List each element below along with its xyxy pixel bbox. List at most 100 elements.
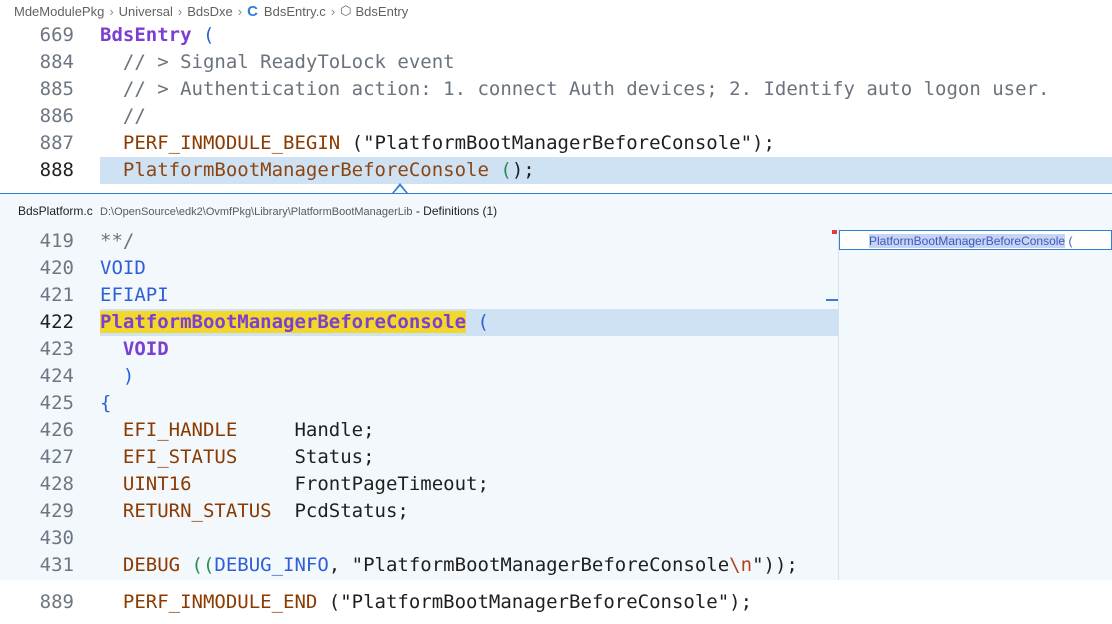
breadcrumb-label: BdsDxe xyxy=(187,3,233,19)
line-number: 887 xyxy=(39,132,74,154)
line-code: PERF_INMODULE_END ("PlatformBootManagerB… xyxy=(100,589,752,616)
line-number: 428 xyxy=(39,473,74,495)
line-number: 422 xyxy=(39,311,74,333)
line-number: 421 xyxy=(39,284,74,306)
overview-ruler-marker xyxy=(826,299,838,301)
code-line[interactable]: 884 // > Signal ReadyToLock event xyxy=(0,49,1112,76)
reference-item[interactable]: PlatformBootManagerBeforeConsole ( xyxy=(839,230,1112,250)
code-token: \n xyxy=(729,554,753,576)
line-number: 431 xyxy=(39,554,74,576)
line-number: 889 xyxy=(39,591,74,613)
line-code: UINT16 FrontPageTimeout; xyxy=(100,471,489,498)
breadcrumb-label: BdsEntry xyxy=(355,3,409,19)
breadcrumb-label: Universal xyxy=(118,3,173,19)
reference-rest: ( xyxy=(1065,234,1073,248)
breadcrumb-item[interactable]: Universal xyxy=(119,4,173,19)
line-number: 430 xyxy=(39,527,74,549)
line-code: ) xyxy=(100,363,134,390)
code-token: // xyxy=(100,105,146,127)
code-token: Status; xyxy=(237,446,375,468)
line-number: 419 xyxy=(39,230,74,252)
line-code: EFI_HANDLE Handle; xyxy=(100,417,375,444)
code-line[interactable]: 888 PlatformBootManagerBeforeConsole (); xyxy=(0,157,1112,184)
peek-pointer-inner xyxy=(394,186,406,193)
code-token: DEBUG_INFO xyxy=(214,554,329,576)
line-number: 884 xyxy=(39,51,74,73)
peek-file-path: D:\OpenSource\edk2\OvmfPkg\Library\Platf… xyxy=(100,206,413,218)
line-number: 424 xyxy=(39,365,74,387)
chevron-right-icon: › xyxy=(109,3,114,19)
line-number: 886 xyxy=(39,105,74,127)
code-token: **/ xyxy=(100,230,135,252)
code-token: BdsEntry xyxy=(100,24,192,46)
code-token: PERF_INMODULE_BEGIN xyxy=(100,132,341,154)
code-token: ("PlatformBootManagerBeforeConsole"); xyxy=(317,591,753,613)
code-token: DEBUG xyxy=(100,554,181,576)
line-number: 888 xyxy=(39,159,74,181)
code-token: PcdStatus; xyxy=(271,500,409,522)
code-line[interactable]: 887 PERF_INMODULE_BEGIN ("PlatformBootMa… xyxy=(0,130,1112,157)
line-code: **/ xyxy=(100,228,134,255)
code-token: ( xyxy=(191,24,215,46)
peek-code-editor[interactable]: 419 **/ 420 VOID 421 EFIAPI 422 PlatformBootMan… xyxy=(0,228,838,580)
line-number: 885 xyxy=(39,78,74,100)
code-token: ("PlatformBootManagerBeforeConsole"); xyxy=(340,132,775,154)
line-code: BdsEntry ( xyxy=(100,22,214,49)
code-token: // > Signal ReadyToLock event xyxy=(100,51,455,73)
code-token: , "PlatformBootManagerBeforeConsole xyxy=(328,554,730,576)
code-token: ( xyxy=(488,159,512,181)
line-number: 420 xyxy=(39,257,74,279)
code-line[interactable]: 886 // xyxy=(0,103,1112,130)
breadcrumb-item-file[interactable]: C BdsEntry.c xyxy=(247,3,326,20)
line-code: // > Signal ReadyToLock event xyxy=(100,49,455,76)
chevron-right-icon: › xyxy=(237,3,243,19)
peek-header: BdsPlatform.c D:\OpenSource\edk2\OvmfPkg… xyxy=(0,194,1112,228)
chevron-right-icon: › xyxy=(177,3,183,19)
code-token: RETURN_STATUS xyxy=(100,500,272,522)
line-number: 669 xyxy=(39,24,74,46)
code-token: (( xyxy=(180,554,215,576)
c-file-icon: C xyxy=(247,2,258,20)
code-token: EFIAPI xyxy=(100,284,169,306)
line-number: 425 xyxy=(39,392,74,414)
line-code: VOID xyxy=(100,336,169,363)
breadcrumb-item[interactable]: BdsDxe xyxy=(187,4,233,19)
line-code: VOID xyxy=(100,255,146,282)
line-code: // xyxy=(100,103,146,130)
code-token: ); xyxy=(511,159,535,181)
symbol-cube-icon: ⬡ xyxy=(340,3,352,18)
line-number: 427 xyxy=(39,446,74,468)
code-line[interactable]: 669 BdsEntry ( xyxy=(0,22,1112,49)
code-token: VOID xyxy=(100,338,169,360)
line-code: // > Authentication action: 1. connect A… xyxy=(100,76,1050,103)
code-token: FrontPageTimeout; xyxy=(191,473,489,495)
line-code: DEBUG ((DEBUG_INFO, "PlatformBootManager… xyxy=(100,552,798,579)
line-code: { xyxy=(100,390,111,417)
code-token: ) xyxy=(100,365,135,387)
peek-definitions-count: - Definitions (1) xyxy=(412,204,498,218)
code-token: EFI_HANDLE xyxy=(100,419,238,441)
code-token: EFI_STATUS xyxy=(100,446,238,468)
line-number: 429 xyxy=(39,500,74,522)
breadcrumb-item[interactable]: MdeModulePkg xyxy=(14,4,104,19)
code-token: UINT16 xyxy=(100,473,192,495)
code-line[interactable]: 889 PERF_INMODULE_END ("PlatformBootMana… xyxy=(0,589,1112,616)
reference-match: PlatformBootManagerBeforeConsole xyxy=(869,234,1066,248)
line-code: EFIAPI xyxy=(100,282,169,309)
peek-file-name[interactable]: BdsPlatform.c xyxy=(18,204,93,218)
breadcrumb-label: BdsEntry.c xyxy=(263,3,326,19)
line-code: PlatformBootManagerBeforeConsole (); xyxy=(100,157,535,184)
line-number: 426 xyxy=(39,419,74,441)
line-code: PlatformBootManagerBeforeConsole ( xyxy=(100,309,489,336)
code-token: ( xyxy=(466,311,489,333)
code-token: ")); xyxy=(752,554,798,576)
overview-ruler-marker xyxy=(832,230,837,234)
line-code: PERF_INMODULE_BEGIN ("PlatformBootManage… xyxy=(100,130,775,157)
code-line[interactable]: 885 // > Authentication action: 1. conne… xyxy=(0,76,1112,103)
line-code: RETURN_STATUS PcdStatus; xyxy=(100,498,409,525)
peek-definition-widget: BdsPlatform.c D:\OpenSource\edk2\OvmfPkg… xyxy=(0,193,1112,580)
breadcrumb-item-symbol[interactable]: ⬡ BdsEntry xyxy=(340,3,408,19)
code-token: PERF_INMODULE_END xyxy=(100,591,318,613)
peek-references-list: PlatformBootManagerBeforeConsole ( xyxy=(838,228,1112,580)
line-code: EFI_STATUS Status; xyxy=(100,444,375,471)
